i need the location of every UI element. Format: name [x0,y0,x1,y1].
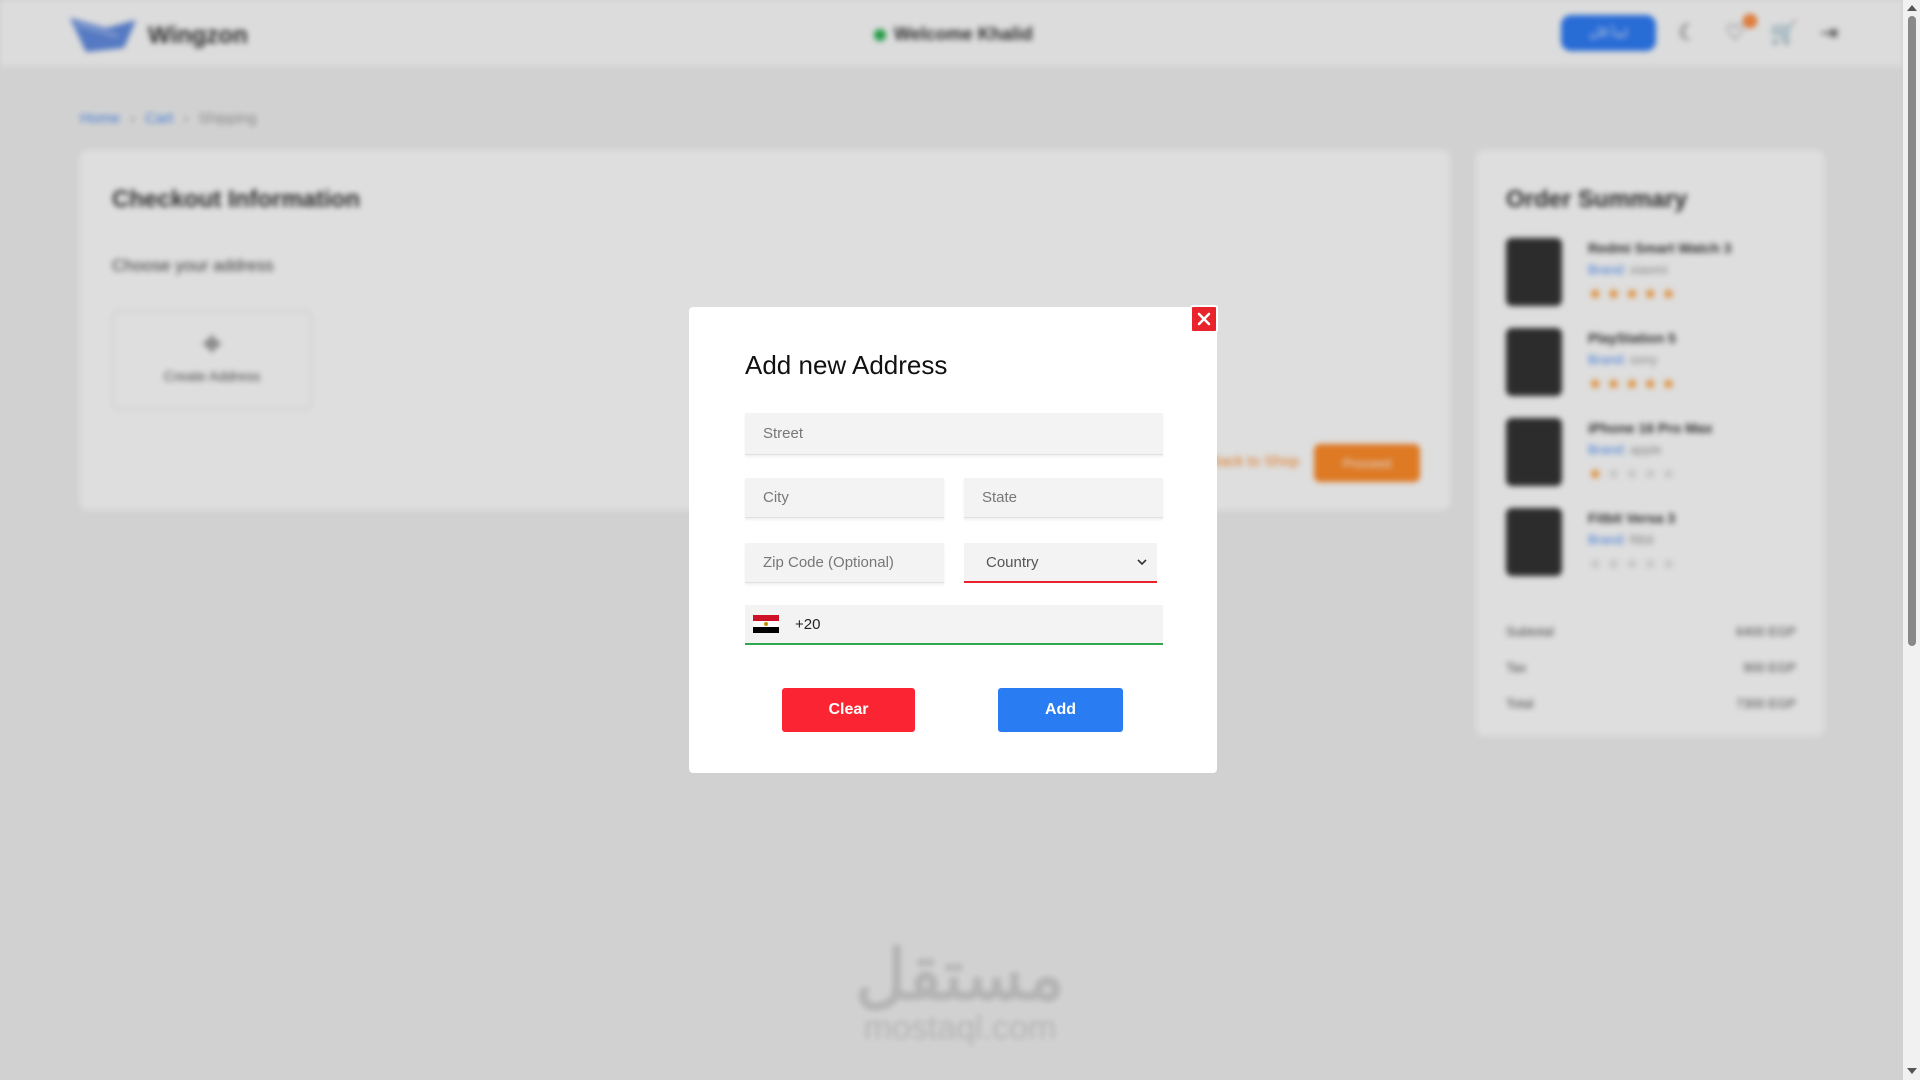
state-input[interactable] [964,478,1163,518]
egypt-flag-icon[interactable] [753,615,779,633]
clear-button[interactable]: Clear [782,688,915,732]
phone-country-code: +20 [795,615,821,633]
modal-title: Add new Address [745,350,948,380]
add-address-modal: Add new Address Country +20 Clear Add [689,307,1217,773]
city-input[interactable] [745,478,944,518]
scroll-down-arrow[interactable] [1907,1068,1917,1074]
street-input[interactable] [745,413,1163,455]
phone-input[interactable]: +20 [745,605,1163,645]
country-select-value: Country [986,553,1039,571]
close-icon [1197,312,1211,326]
zip-code-input[interactable] [745,543,944,583]
page-scrollbar[interactable] [1903,0,1920,1080]
chevron-down-icon [1137,559,1147,566]
country-select[interactable]: Country [964,543,1157,583]
add-button[interactable]: Add [998,688,1123,732]
scroll-thumb[interactable] [1908,16,1916,646]
close-button[interactable] [1190,305,1218,333]
scroll-up-arrow[interactable] [1907,5,1917,11]
